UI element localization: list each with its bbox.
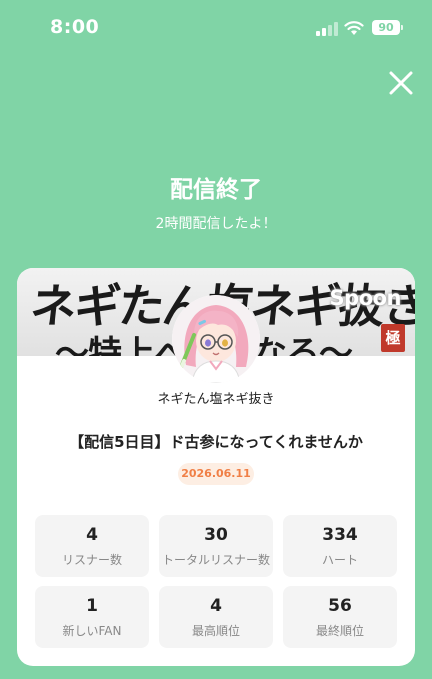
spoon-logo: Spoon — [329, 286, 402, 310]
stat-value: 1 — [86, 596, 98, 616]
stat-label: ハート — [321, 553, 358, 567]
stat-highest-rank: 4 最高順位 — [159, 586, 273, 648]
stat-label: リスナー数 — [61, 553, 122, 567]
stat-value: 4 — [210, 596, 222, 616]
wifi-icon — [344, 21, 364, 35]
page-subtitle: 2時間配信したよ！ — [155, 216, 277, 232]
stat-label: 最高順位 — [191, 624, 240, 638]
stream-title: 【配信5日目】ド古参になってくれませんか — [69, 433, 363, 451]
stat-value: 4 — [86, 525, 98, 545]
avatar — [172, 295, 260, 383]
seal-stamp: 極 — [381, 324, 405, 352]
status-time: 8:00 — [50, 16, 100, 38]
stat-label: トータルリスナー数 — [161, 553, 270, 567]
broadcaster-name: ネギたん塩ネギ抜き — [157, 392, 275, 407]
avatar-illustration — [172, 295, 260, 383]
stat-label: 最終順位 — [315, 624, 364, 638]
page-title: 配信終了 — [170, 177, 262, 203]
stat-hearts: 334 ハート — [283, 515, 397, 577]
battery-icon: 90 — [372, 20, 403, 35]
stat-listeners: 4 リスナー数 — [35, 515, 149, 577]
date-badge: 2026.06.11 — [178, 463, 254, 485]
stat-value: 334 — [322, 525, 358, 545]
stat-final-rank: 56 最終順位 — [283, 586, 397, 648]
summary-card: ネギたん塩ネギ抜き 〜特上ぺ になる〜 Spoon 極 — [17, 268, 415, 666]
stat-label: 新しいFAN — [62, 624, 122, 638]
close-icon[interactable] — [388, 70, 414, 96]
stat-new-fans: 1 新しいFAN — [35, 586, 149, 648]
status-bar: 8:00 90 — [0, 0, 432, 56]
stat-value: 56 — [328, 596, 352, 616]
signal-icon — [316, 22, 338, 36]
stat-total-listeners: 30 トータルリスナー数 — [159, 515, 273, 577]
stat-value: 30 — [204, 525, 228, 545]
